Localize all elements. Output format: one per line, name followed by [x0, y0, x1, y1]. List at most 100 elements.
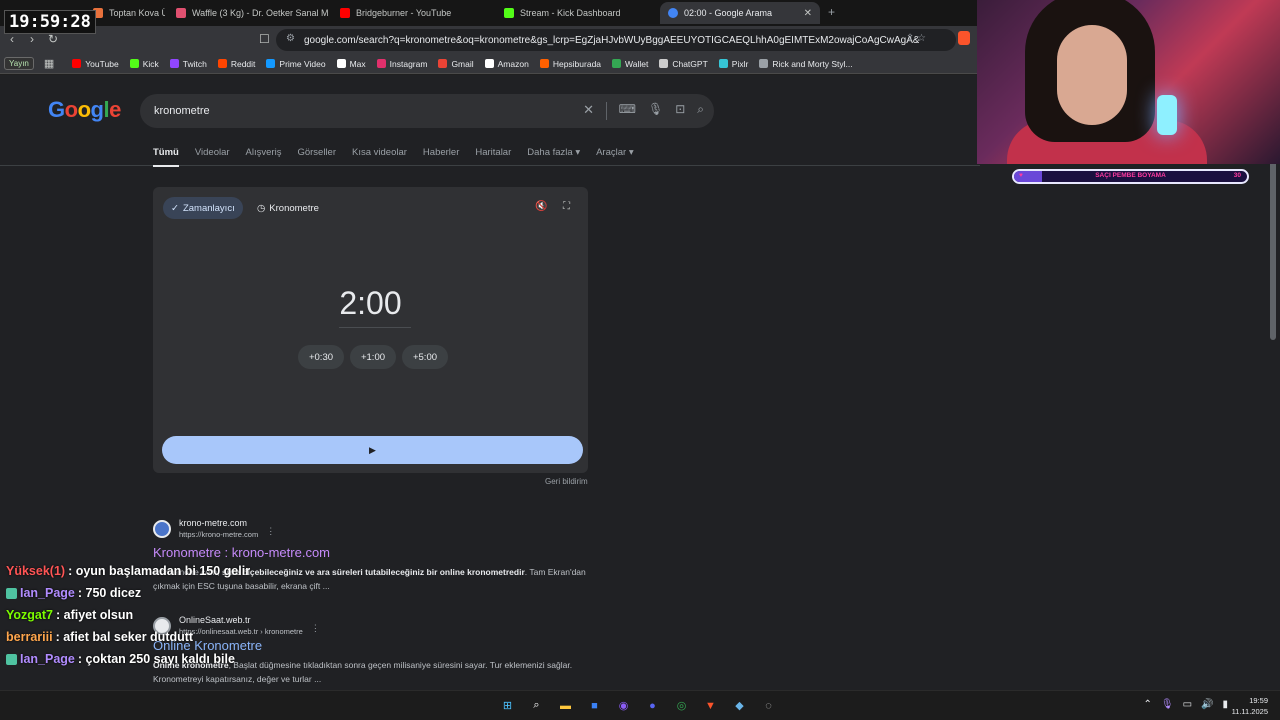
address-bar[interactable]: ⚙ google.com/search?q=kronometre&oq=kron…	[276, 29, 956, 51]
bookmark-item[interactable]: YouTube	[72, 59, 119, 69]
bookmark-favicon-icon	[539, 59, 549, 68]
share-icon[interactable]: ⇪ ☆	[906, 33, 926, 44]
start-icon[interactable]: ⊞	[498, 696, 517, 715]
bookmark-item[interactable]: Rick and Morty Styl...	[759, 58, 853, 69]
result-title[interactable]: Kronometre : krono-metre.com	[153, 545, 593, 560]
brave-shield-icon[interactable]	[958, 31, 970, 45]
timer-value[interactable]: 2:00	[153, 285, 588, 322]
lens-icon[interactable]: ⊡	[675, 102, 685, 117]
search-icon[interactable]: ⌕	[697, 102, 704, 117]
chat-message: berrariii: afiet bal seker dutdutt	[6, 626, 306, 648]
chat-text: : afiet bal seker dutdutt	[55, 630, 194, 644]
taskbar: ⊞ ⌕ ▬ ■ ◉ ● ◎ ▼ ◆ ◌ ⌃ 🎙 ▭ 🔊 ▮ 19:59 11.11.2025	[0, 690, 1280, 720]
live-chip[interactable]: Yayın	[4, 57, 34, 70]
feedback-link[interactable]: Geri bildirim	[545, 477, 588, 486]
tab-2[interactable]: Bridgeburner - YouTube	[332, 2, 492, 24]
bookmark-item[interactable]: Wallet	[612, 59, 648, 69]
site-favicon-icon	[153, 520, 171, 538]
bookmark-item[interactable]: Pixlr	[718, 59, 748, 69]
search-tab[interactable]: Görseller	[297, 147, 336, 167]
search-tab[interactable]: Videolar	[195, 147, 230, 167]
keyboard-icon[interactable]: ⌨	[619, 102, 636, 117]
bookmark-favicon-icon	[484, 59, 494, 68]
bookmark-item[interactable]: Prime Video	[266, 59, 326, 69]
search-tab[interactable]: Araçlar ▾	[596, 147, 634, 167]
site-info-icon[interactable]: ⚙	[286, 33, 295, 44]
volume-icon[interactable]: 🔊	[1201, 699, 1213, 710]
goal-count: 30	[1233, 172, 1241, 179]
bookmark-item[interactable]: Instagram	[376, 58, 428, 69]
microphone-icon[interactable]: 🎙	[648, 102, 663, 117]
search-tab[interactable]: Tümü	[153, 147, 179, 167]
more-options-icon[interactable]: ⋮	[311, 623, 320, 634]
add-5m-button[interactable]: +5:00	[402, 345, 448, 369]
search-header: Google kronometre ✕ ⌨ 🎙 ⊡ ⌕ Tümü Videolar…	[0, 75, 980, 167]
spotify-icon[interactable]: ◌	[759, 696, 778, 715]
reload-icon[interactable]: ↻	[48, 32, 58, 46]
chevron-up-icon[interactable]: ⌃	[1143, 699, 1151, 710]
new-tab-button[interactable]: +	[828, 5, 835, 19]
timer-chip[interactable]: ✓ Zamanlayıcı	[163, 197, 243, 219]
stopwatch-chip[interactable]: ◷ Kronometre	[249, 197, 327, 219]
chat-message: Yozgat7: afiyet olsun	[6, 604, 306, 626]
file-explorer-icon[interactable]: ▬	[556, 696, 575, 715]
search-tab[interactable]: Haritalar	[475, 147, 511, 167]
bookmark-item[interactable]: ChatGPT	[659, 59, 708, 69]
add-30s-button[interactable]: +0:30	[298, 345, 344, 369]
back-icon[interactable]: ‹	[10, 32, 14, 46]
search-tab[interactable]: Haberler	[423, 147, 459, 167]
search-icon[interactable]: ⌕	[527, 696, 546, 715]
result-source[interactable]: krono-metre.com https://krono-metre.com …	[153, 518, 593, 539]
tab-label: Bridgeburner - YouTube	[356, 8, 452, 18]
tab-active[interactable]: 02:00 - Google Arama ✕	[660, 2, 820, 24]
search-tabs: Tümü Videolar Alışveriş Görseller Kısa video…	[153, 147, 634, 167]
microphone-icon[interactable]: 🎙	[1161, 699, 1174, 710]
url-text: google.com/search?q=kronometre&oq=kronom…	[304, 34, 919, 46]
bookmark-label: Rick and Morty Styl...	[772, 58, 853, 69]
mute-icon[interactable]: 🔇	[535, 201, 547, 212]
brave-icon[interactable]: ▼	[701, 696, 720, 715]
app-icon[interactable]: ◆	[730, 696, 749, 715]
battery-icon[interactable]: ▮	[1222, 699, 1228, 710]
network-icon[interactable]: ▭	[1183, 699, 1192, 710]
bookmark-item[interactable]: Hepsiburada	[539, 59, 601, 69]
bookmark-item[interactable]: Reddit	[217, 58, 256, 69]
chat-username: berrariii	[6, 630, 53, 644]
google-logo[interactable]: Google	[48, 97, 121, 123]
search-tab[interactable]: Daha fazla ▾	[527, 147, 580, 167]
search-box[interactable]: kronometre ✕ ⌨ 🎙 ⊡ ⌕	[140, 94, 714, 128]
search-tab[interactable]: Alışveriş	[246, 147, 282, 167]
streamer-face	[1057, 25, 1127, 125]
bookmark-item[interactable]: Gmail	[438, 59, 474, 69]
clear-icon[interactable]: ✕	[583, 102, 594, 118]
bookmark-label: Instagram	[389, 58, 428, 69]
chat-text: : oyun başlamadan bi 150 gelir	[68, 564, 251, 578]
page-scrollbar[interactable]	[1270, 160, 1276, 340]
fullscreen-icon[interactable]: ⛶	[563, 201, 570, 212]
tab-1[interactable]: Waffle (3 Kg) - Dr. Oetker Sanal Mağa	[168, 2, 328, 24]
bookmark-item[interactable]: Amazon	[484, 59, 529, 69]
chat-message: Yüksek(1): oyun başlamadan bi 150 gelir	[6, 560, 306, 582]
discord-icon[interactable]: ●	[643, 696, 662, 715]
add-1m-button[interactable]: +1:00	[350, 345, 396, 369]
subscriber-badge-icon	[6, 653, 17, 665]
forward-icon[interactable]: ›	[30, 32, 34, 46]
bookmark-item[interactable]: Twitch	[169, 59, 207, 69]
obs-icon[interactable]: ◉	[614, 696, 633, 715]
bookmark-label: Reddit	[230, 58, 256, 69]
bookmark-star-icon[interactable]: ☐	[259, 32, 270, 46]
tab-0[interactable]: Toptan Kova Ürünle	[85, 2, 165, 24]
apps-grid-icon[interactable]: ▦	[44, 57, 54, 70]
start-button[interactable]: ▶	[162, 436, 583, 464]
store-icon[interactable]: ■	[585, 696, 604, 715]
search-tab[interactable]: Kısa videolar	[352, 147, 407, 167]
bookmark-item[interactable]: Kick	[129, 59, 159, 69]
timer-chip-label: Zamanlayıcı	[182, 202, 235, 214]
divider	[606, 102, 607, 120]
chrome-icon[interactable]: ◎	[672, 696, 691, 715]
system-clock[interactable]: 19:59 11.11.2025	[1232, 695, 1268, 717]
tab-3[interactable]: Stream - Kick Dashboard	[496, 2, 656, 24]
bookmark-item[interactable]: Max	[336, 59, 366, 69]
close-tab-icon[interactable]: ✕	[804, 8, 812, 19]
more-options-icon[interactable]: ⋮	[266, 526, 275, 537]
